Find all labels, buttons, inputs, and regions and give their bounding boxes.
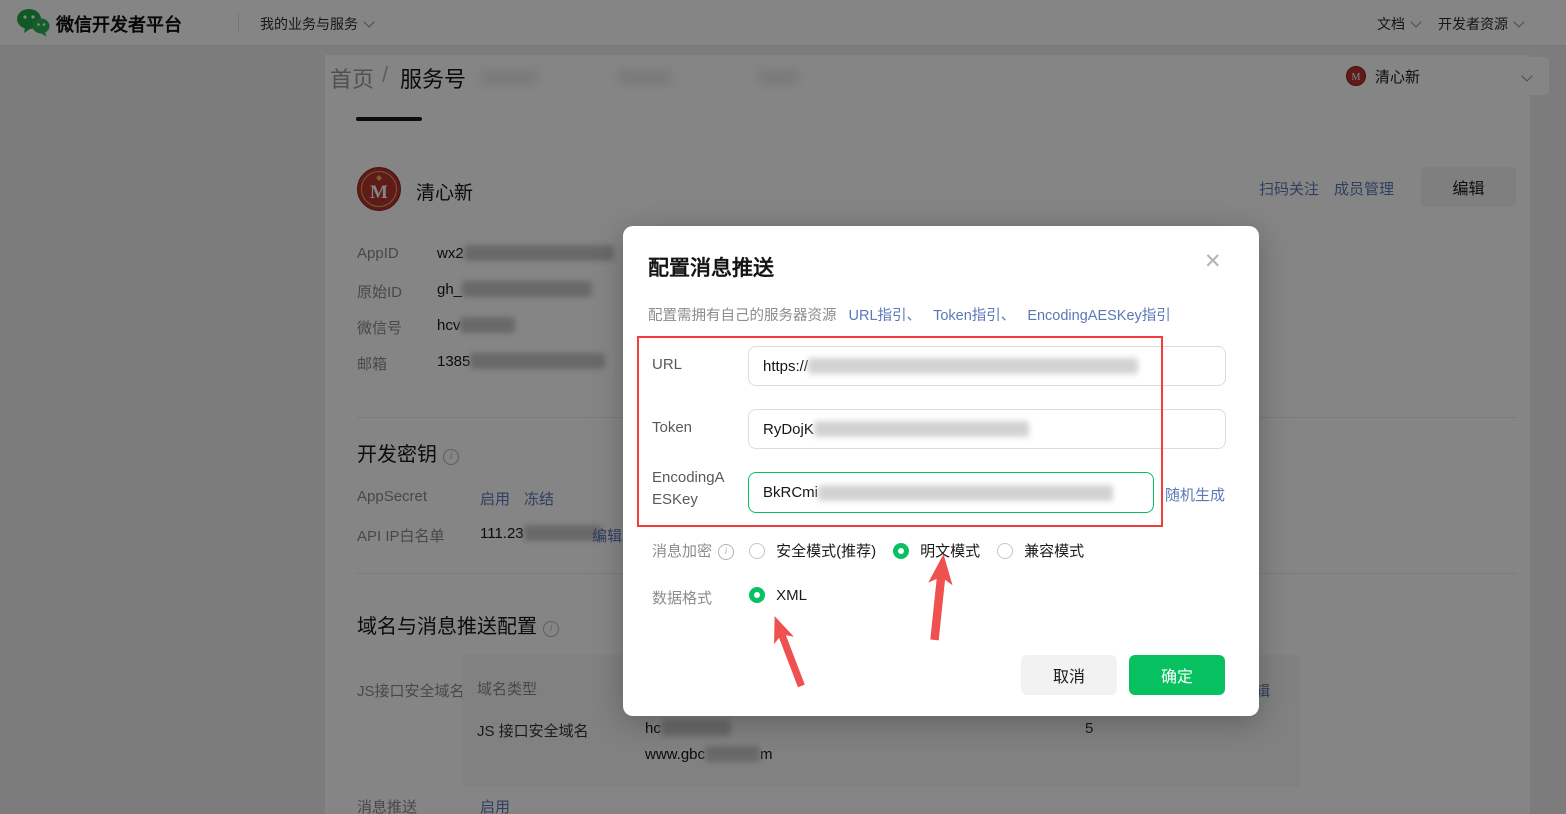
radio-compat-mode[interactable]: 兼容模式 (997, 540, 1084, 561)
cancel-button[interactable]: 取消 (1021, 655, 1117, 695)
cancel-button-label: 取消 (1052, 669, 1085, 686)
modal-subtitle: 配置需拥有自己的服务器资源 URL指引、 Token指引、 EncodingAE… (648, 304, 1171, 325)
close-icon[interactable]: ✕ (1204, 251, 1222, 272)
radio-safe-mode[interactable]: 安全模式(推荐) (749, 540, 876, 561)
aeskey-guide-link[interactable]: EncodingAESKey指引 (1027, 308, 1170, 324)
data-format-label: 数据格式 (652, 590, 713, 607)
radio-xml-label: XML (776, 587, 808, 604)
token-guide-link[interactable]: Token指引、 (933, 308, 1015, 324)
annotation-highlight-box (637, 336, 1163, 527)
encrypt-mode-label-text: 消息加密 (652, 543, 713, 560)
encrypt-mode-label: 消息加密 i (652, 540, 735, 561)
confirm-button-label: 确定 (1160, 669, 1193, 686)
radio-icon (749, 543, 765, 559)
url-guide-link[interactable]: URL指引、 (849, 308, 922, 324)
page: 微信开发者平台 我的业务与服务 文档 开发者资源 首页 / 服务号 M 清心新 (0, 0, 1566, 814)
radio-safe-mode-label: 安全模式(推荐) (776, 543, 877, 560)
modal-title: 配置消息推送 (648, 257, 774, 280)
radio-xml[interactable]: XML (749, 587, 807, 604)
radio-compat-mode-label: 兼容模式 (1024, 543, 1085, 560)
random-generate-link[interactable]: 随机生成 (1165, 484, 1225, 505)
radio-selected-icon (893, 543, 909, 559)
radio-selected-icon (749, 587, 765, 603)
modal-subtitle-text: 配置需拥有自己的服务器资源 (648, 308, 837, 324)
info-icon[interactable]: i (718, 544, 735, 560)
radio-icon (997, 543, 1013, 559)
confirm-button[interactable]: 确定 (1129, 655, 1225, 695)
